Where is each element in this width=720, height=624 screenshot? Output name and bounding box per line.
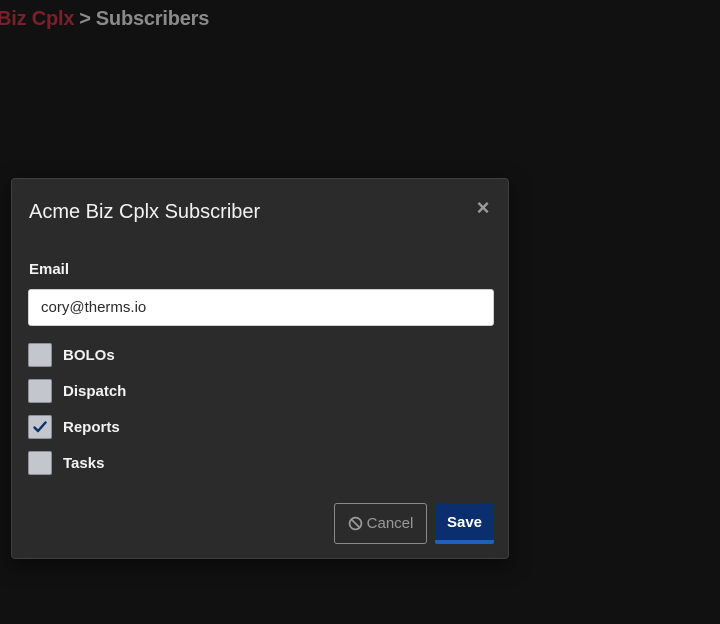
checkbox-label-reports: Reports <box>63 418 120 436</box>
checkbox-dispatch[interactable] <box>28 379 52 403</box>
option-reports[interactable]: Reports <box>28 414 120 440</box>
modal-title: Acme Biz Cplx Subscriber <box>29 201 261 223</box>
checkbox-label-bolos: BOLOs <box>63 346 115 364</box>
option-tasks[interactable]: Tasks <box>28 450 104 476</box>
checkbox-tasks[interactable] <box>28 451 52 475</box>
option-dispatch[interactable]: Dispatch <box>28 378 126 404</box>
save-button[interactable]: Save <box>435 503 494 544</box>
ban-icon <box>348 516 363 531</box>
breadcrumb: Biz Cplx > Subscribers <box>0 8 209 31</box>
checkbox-label-tasks: Tasks <box>63 454 105 472</box>
checkmark-icon <box>33 421 47 433</box>
option-bolos[interactable]: BOLOs <box>28 342 115 368</box>
breadcrumb-separator: > <box>79 8 91 30</box>
cancel-button[interactable]: Cancel <box>334 503 427 544</box>
breadcrumb-link-biz-cplx[interactable]: Biz Cplx <box>0 8 74 30</box>
close-button[interactable]: × <box>472 195 494 220</box>
email-label: Email <box>29 261 70 278</box>
subscriber-modal: Acme Biz Cplx Subscriber × Email BOLOs D… <box>11 178 509 559</box>
breadcrumb-current: Subscribers <box>95 8 210 30</box>
checkbox-bolos[interactable] <box>28 343 52 367</box>
save-label: Save <box>446 514 483 531</box>
page: Biz Cplx > Subscribers Acme Biz Cplx Subsc… <box>0 0 720 624</box>
cancel-label: Cancel <box>366 515 414 532</box>
close-icon: × <box>476 195 490 220</box>
checkbox-label-dispatch: Dispatch <box>63 382 127 400</box>
email-field[interactable] <box>28 289 494 326</box>
checkbox-reports[interactable] <box>28 415 52 439</box>
